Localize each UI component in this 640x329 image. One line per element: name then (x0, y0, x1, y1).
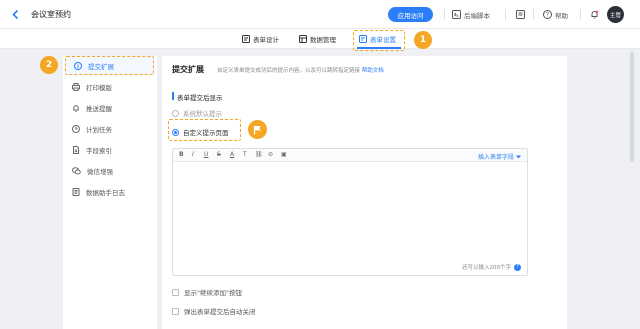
wechat-icon (72, 167, 81, 175)
tab-bar: 表单设计 数据管理 表单设置 (0, 29, 640, 49)
sidebar-item-submit-extension[interactable]: 提交扩展 (65, 56, 159, 76)
option-highlight-box (168, 119, 241, 141)
image-button[interactable]: ▣ (281, 151, 287, 158)
tab-label: 数据管理 (310, 36, 336, 44)
sidebar-item-label: 数据助手日志 (86, 189, 125, 197)
script-icon (452, 10, 461, 19)
app-title: 会议室预约 (31, 10, 71, 19)
sidebar-item-data-assistant-log[interactable]: 数据助手日志 (63, 182, 157, 202)
insert-field-label: 插入表单字段 (477, 154, 514, 161)
document-button[interactable] (516, 8, 525, 21)
top-bar: 会议室预约 应用访问 后端脚本 ? 帮助 主管 (0, 0, 640, 29)
panel-description: 自定义表单提交成功后的提示内容，以及可以跳转指定链接 帮助文档 (217, 66, 384, 74)
char-count: 还可以输入200个字 ? (462, 263, 521, 271)
divider (533, 9, 534, 20)
submit-extension-panel: 提交扩展 自定义表单提交成功后的提示内容，以及可以跳转指定链接 帮助文档 表单提… (162, 56, 567, 329)
document-icon (72, 146, 80, 154)
sidebar-item-field-index[interactable]: 字段索引 (63, 140, 157, 160)
divider (505, 9, 506, 20)
clock-icon (72, 125, 80, 133)
tab-form-design[interactable]: 表单设计 (242, 34, 279, 44)
sidebar-item-label: 字段索引 (86, 147, 112, 155)
info-circle-icon (74, 62, 82, 70)
notification-button[interactable] (590, 8, 599, 21)
tab-data-management[interactable]: 数据管理 (299, 34, 336, 44)
sidebar-item-label: 提交扩展 (88, 63, 114, 71)
flag-icon (253, 125, 262, 135)
back-chevron-icon[interactable] (11, 9, 21, 20)
editor-toolbar: B I U S A T ⛓ ⊘ ▣ 插入表单字段 (173, 149, 527, 162)
sidebar-item-scheduled-task[interactable]: 计划任务 (63, 119, 157, 139)
link-button[interactable]: ⛓ (255, 151, 263, 158)
log-file-icon (72, 188, 80, 196)
divider (444, 9, 445, 20)
step-flag-badge (248, 120, 267, 139)
checkbox-auto-close[interactable]: 弹出表单提交后自动关闭 (172, 306, 256, 316)
backend-script-label: 后端脚本 (464, 11, 490, 20)
sidebar-item-label: 计划任务 (86, 126, 112, 134)
bold-button[interactable]: B (179, 151, 184, 158)
backend-script-button[interactable]: 后端脚本 (452, 8, 490, 21)
sidebar-item-label: 微信增强 (87, 168, 113, 176)
sidebar-item-label: 推送提醒 (86, 105, 112, 113)
data-table-icon (299, 35, 307, 43)
checkbox[interactable] (172, 307, 179, 315)
sidebar-item-wechat-enhance[interactable]: 微信增强 (63, 161, 157, 181)
printer-icon (72, 83, 80, 91)
form-design-icon (242, 35, 250, 43)
help-button[interactable]: ? 帮助 (543, 8, 568, 21)
radio-button[interactable] (172, 109, 179, 117)
bell-icon (72, 104, 80, 112)
tab-label: 表单设计 (253, 36, 279, 44)
insert-form-field-dropdown[interactable]: 插入表单字段 (478, 152, 521, 161)
strikethrough-button[interactable]: S (217, 151, 221, 158)
help-doc-link[interactable]: 帮助文档 (362, 68, 384, 74)
font-size-button[interactable]: T (243, 151, 247, 158)
sidebar-item-push-reminder[interactable]: 推送提醒 (63, 98, 157, 118)
checkbox[interactable] (172, 288, 179, 296)
sidebar-item-label: 打印模版 (86, 84, 112, 92)
radio-label: 系统默认提示 (183, 110, 222, 118)
help-question-icon[interactable]: ? (514, 263, 521, 271)
sidebar-item-print-template[interactable]: 打印模版 (63, 77, 157, 97)
char-count-label: 还可以输入200个字 (462, 265, 511, 271)
underline-button[interactable]: U (204, 151, 208, 158)
help-label: 帮助 (555, 11, 568, 20)
checkbox-show-continue-add[interactable]: 显示"继续添加"按钮 (172, 287, 242, 297)
checkbox-label: 显示"继续添加"按钮 (184, 289, 242, 297)
svg-text:?: ? (546, 12, 549, 19)
app-visit-button[interactable]: 应用访问 (388, 7, 433, 22)
panel-title: 提交扩展 (172, 65, 204, 74)
unlink-button[interactable]: ⊘ (268, 151, 273, 158)
checkbox-label: 弹出表单提交后自动关闭 (184, 308, 256, 316)
italic-button[interactable]: I (192, 151, 194, 158)
page-scrollbar[interactable] (630, 52, 634, 162)
radio-system-default[interactable]: 系统默认提示 (172, 108, 222, 118)
rich-text-editor[interactable]: B I U S A T ⛓ ⊘ ▣ 插入表单字段 还可以输入200个字 ? (172, 148, 528, 276)
help-circle-icon: ? (543, 10, 552, 19)
document-icon (516, 10, 525, 19)
bell-icon (590, 10, 599, 19)
section-title: 表单提交后显示 (177, 94, 223, 102)
user-avatar[interactable]: 主管 (607, 6, 624, 23)
tab-highlight-box (353, 30, 405, 51)
font-color-button[interactable]: A (230, 151, 234, 158)
step-badge-2: 2 (40, 56, 58, 74)
divider (580, 9, 581, 20)
panel-description-text: 自定义表单提交成功后的提示内容，以及可以跳转指定链接 (217, 68, 361, 74)
step-badge-1: 1 (414, 31, 432, 49)
section-marker (172, 92, 174, 100)
caret-down-icon (516, 155, 521, 159)
